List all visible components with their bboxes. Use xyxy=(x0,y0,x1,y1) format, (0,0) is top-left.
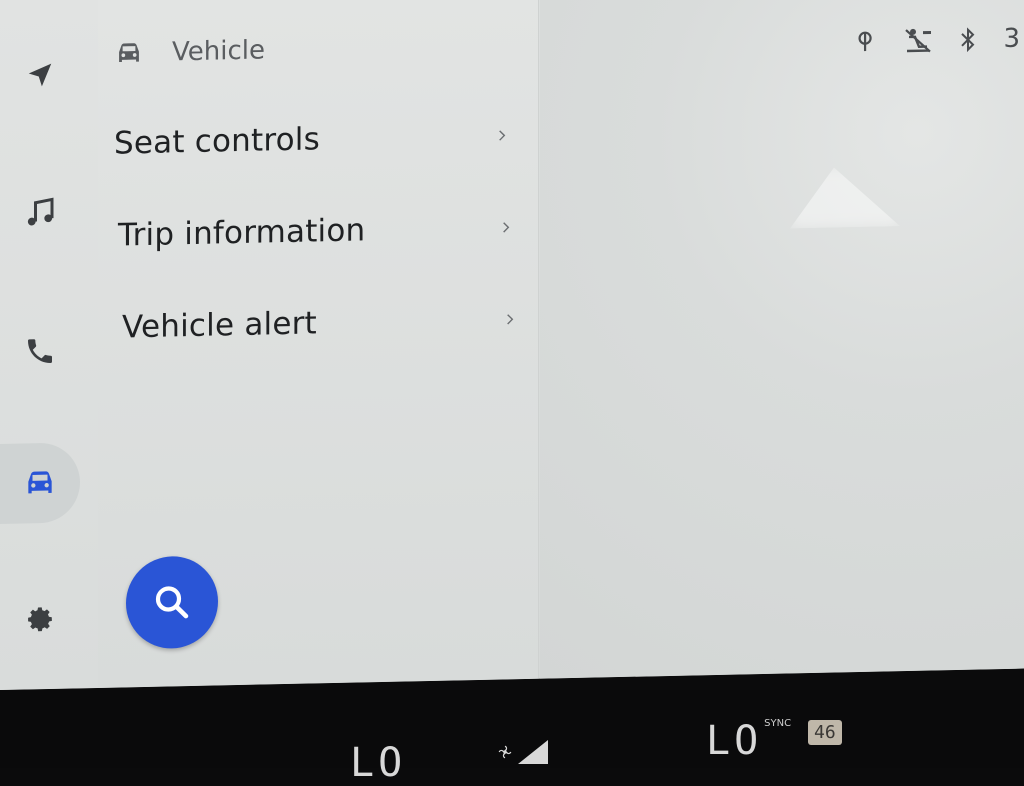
car-icon xyxy=(119,43,139,63)
car-icon xyxy=(28,471,52,494)
badge-value: 46 xyxy=(808,720,842,745)
status-bar: 3 xyxy=(855,19,1024,63)
rail-vehicle[interactable] xyxy=(0,442,80,524)
left-temp-display: LO xyxy=(350,740,406,786)
fan-level-bars xyxy=(518,740,548,764)
list-item-trip-information[interactable]: Trip information xyxy=(118,199,518,263)
right-temp-display: LO SYNC xyxy=(706,718,791,764)
right-temp: LO xyxy=(706,718,763,764)
bluetooth-icon xyxy=(961,27,975,53)
search-icon xyxy=(155,586,189,619)
climate-badge: 46 xyxy=(808,720,842,745)
list-item-label: Vehicle alert xyxy=(122,305,317,346)
rail-phone[interactable] xyxy=(0,310,80,392)
left-temp: LO xyxy=(350,740,407,786)
wireless-charging-icon xyxy=(858,31,873,52)
fan-icon xyxy=(498,745,512,759)
chevron-right-icon xyxy=(498,307,522,332)
rail-navigation[interactable] xyxy=(0,34,80,116)
fan-display xyxy=(498,740,548,764)
content-area: 3 xyxy=(540,0,1024,679)
chevron-right-icon xyxy=(494,215,518,240)
rail-music[interactable] xyxy=(0,172,80,254)
infotainment-screen: Vehicle Seat controls Trip information V… xyxy=(0,0,1024,691)
rail-settings[interactable] xyxy=(0,578,80,660)
settings-icon xyxy=(28,607,52,632)
panel-header: Vehicle xyxy=(112,30,265,73)
list-item-label: Seat controls xyxy=(114,121,320,162)
page-title: Vehicle xyxy=(172,35,265,68)
list-item-label: Trip information xyxy=(118,212,366,254)
list-item-vehicle-alert[interactable]: Vehicle alert xyxy=(122,291,522,355)
chevron-right-icon xyxy=(490,123,514,148)
phone-icon xyxy=(28,339,52,363)
music-icon xyxy=(27,197,54,226)
status-text: 3 xyxy=(1003,23,1020,54)
navigation-icon xyxy=(28,63,52,87)
list-item-seat-controls[interactable]: Seat controls xyxy=(114,107,514,171)
seatbelt-alert-icon xyxy=(905,28,932,53)
nav-rail xyxy=(0,0,99,690)
sync-label: SYNC xyxy=(764,718,792,729)
